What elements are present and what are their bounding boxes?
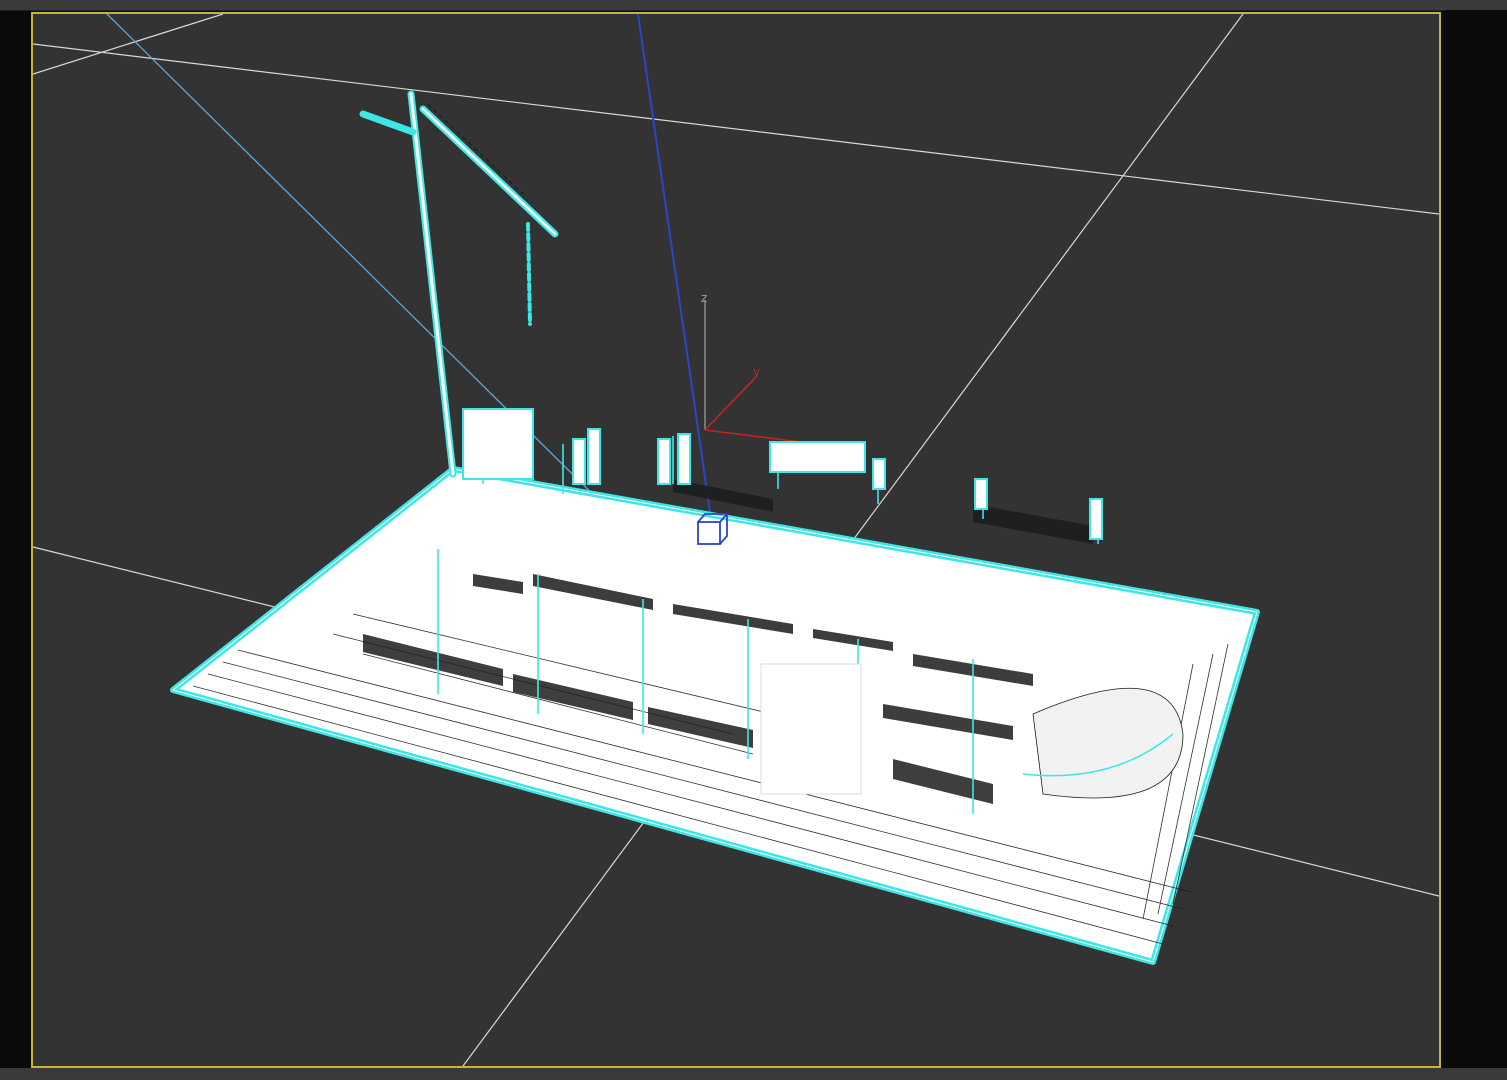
camera-line (637, 14, 712, 520)
axis-gizmo-icon: z x y (701, 291, 838, 453)
max-app-window: z x y (0, 0, 1507, 1080)
gizmo-y-label: y (753, 365, 760, 379)
gizmo-z-label: z (701, 291, 707, 305)
scene-canvas[interactable]: z x y (33, 14, 1439, 1066)
crane-jib-lattice (427, 103, 524, 195)
crane-mast-core (409, 92, 455, 476)
construction-site-model[interactable] (170, 408, 1260, 965)
crane-counter-jib (359, 110, 417, 136)
crane-hoist-cable (526, 222, 532, 326)
grid-line (33, 43, 1439, 215)
viewport-right-margin (1445, 10, 1507, 1068)
perspective-viewport[interactable]: z x y (31, 12, 1441, 1068)
viewport-top-frame (0, 0, 1507, 11)
view-ray-line (106, 14, 634, 535)
grid-line (33, 14, 224, 75)
front-tower-block (760, 663, 862, 795)
viewport-bottom-frame (0, 1068, 1507, 1080)
crane-jib-core (421, 107, 557, 236)
